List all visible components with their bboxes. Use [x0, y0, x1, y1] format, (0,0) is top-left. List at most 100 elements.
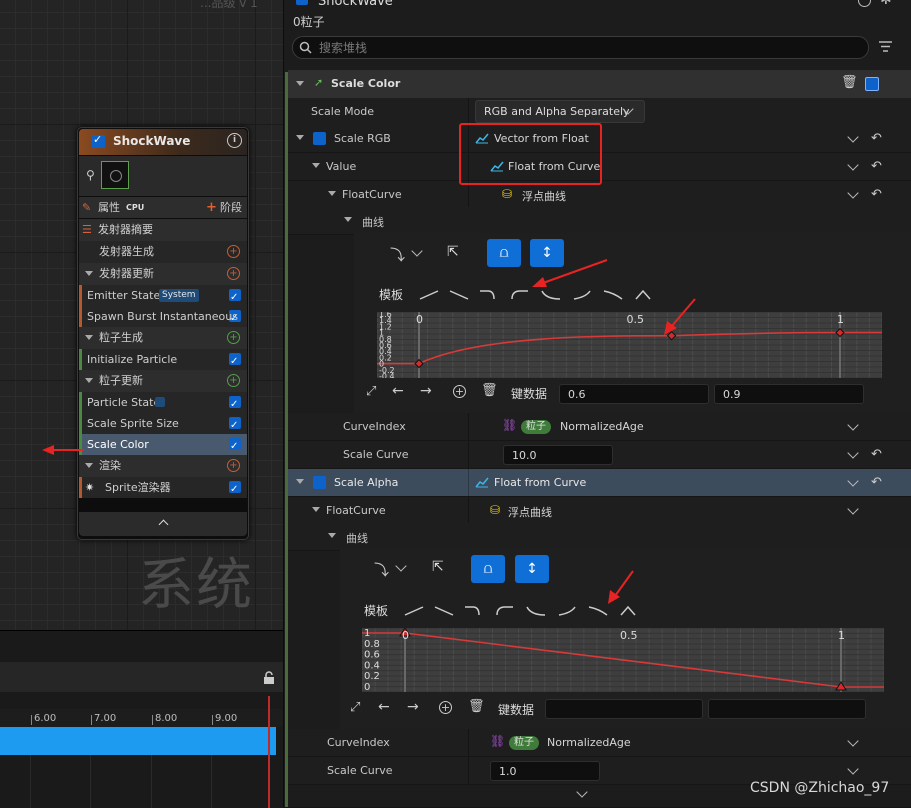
- chevron-down-icon[interactable]: [847, 187, 859, 199]
- fit-view-icon[interactable]: ⤢: [350, 700, 360, 715]
- node-row[interactable]: + 渲染: [79, 455, 247, 477]
- add-module-icon[interactable]: +: [227, 374, 240, 387]
- add-module-icon[interactable]: +: [227, 245, 240, 258]
- delete-key-icon[interactable]: 🗑: [468, 699, 485, 714]
- rgb-curve-editor[interactable]: ⤵ ⇱ ⩍ ↕ 模板 0 0.5 1 1.6 1.4 1.2 1 0.8 0.6 0.4 0.2 0…: [354, 233, 911, 413]
- fit-vertical-button[interactable]: ↕: [515, 555, 549, 583]
- scale-rgb-checkbox[interactable]: [313, 132, 326, 145]
- alpha-curve-graph[interactable]: 0 0.5 1 10.80.60.40.20: [362, 628, 884, 692]
- alpha-curveindex-value[interactable]: NormalizedAge: [547, 736, 631, 749]
- module-enable-checkbox[interactable]: [229, 287, 241, 308]
- add-module-icon[interactable]: +: [227, 331, 240, 344]
- delete-key-icon[interactable]: 🗑: [481, 383, 498, 398]
- node-row[interactable]: Emitter StateSystem: [79, 285, 247, 308]
- collapse-icon[interactable]: [328, 191, 336, 196]
- chevron-down-icon[interactable]: [847, 503, 859, 515]
- previous-key-icon[interactable]: ←: [392, 383, 404, 399]
- module-enable-checkbox[interactable]: [229, 436, 241, 457]
- node-row[interactable]: + 粒子生成: [79, 327, 247, 349]
- reset-icon[interactable]: ↶: [871, 187, 882, 202]
- node-row[interactable]: ✷ Sprite渲染器: [79, 477, 247, 500]
- graph-canvas[interactable]: ...品级 v 1 系统 ShockWave i ⚲ ✎ 属性 CPU + 阶段…: [0, 0, 283, 630]
- node-properties-row[interactable]: ✎ 属性 CPU + 阶段: [79, 197, 247, 218]
- alpha-scale-curve-field[interactable]: 1.0: [490, 761, 600, 781]
- reset-icon[interactable]: ↶: [871, 159, 882, 174]
- collapse-icon[interactable]: [296, 135, 304, 140]
- key-time-field[interactable]: 0.6: [559, 384, 709, 404]
- title-checkbox[interactable]: [296, 0, 308, 5]
- filter-icon[interactable]: [878, 40, 893, 53]
- emitter-node[interactable]: ShockWave i ⚲ ✎ 属性 CPU + 阶段 ☰ 发射器摘要 + 发射器生成…: [77, 127, 249, 540]
- next-key-icon[interactable]: →: [407, 699, 419, 715]
- node-row[interactable]: + 粒子更新: [79, 370, 247, 392]
- node-row[interactable]: Scale Color: [79, 434, 247, 457]
- alpha-floatcurve-value[interactable]: 浮点曲线: [508, 504, 552, 520]
- add-stage-icon[interactable]: +: [206, 197, 217, 218]
- scale-alpha-checkbox[interactable]: [313, 476, 326, 489]
- add-module-icon[interactable]: +: [227, 459, 240, 472]
- floatcurve-value[interactable]: 浮点曲线: [522, 188, 566, 204]
- alpha-key-value-field[interactable]: [708, 699, 866, 719]
- next-key-icon[interactable]: →: [420, 383, 432, 399]
- chevron-down-icon[interactable]: [847, 475, 859, 487]
- node-row[interactable]: Particle State: [79, 392, 247, 415]
- node-row[interactable]: Initialize Particle: [79, 349, 247, 372]
- more-chevron-icon[interactable]: [576, 786, 588, 798]
- node-row[interactable]: ☰ 发射器摘要: [79, 219, 247, 241]
- emitter-node-header[interactable]: ShockWave i: [79, 129, 247, 155]
- module-enable-checkbox[interactable]: [229, 415, 241, 436]
- reset-icon[interactable]: ↶: [871, 131, 882, 146]
- fit-horizontal-button[interactable]: ⩍: [471, 555, 505, 583]
- collapse-icon[interactable]: [312, 507, 320, 512]
- fit-horizontal-button[interactable]: ⩍: [487, 239, 521, 267]
- reset-icon[interactable]: ↶: [871, 475, 882, 490]
- open-editor-icon[interactable]: ⇱: [432, 559, 444, 575]
- node-row[interactable]: + 发射器生成: [79, 241, 247, 263]
- key-value-field[interactable]: 0.9: [714, 384, 864, 404]
- scale-alpha-value[interactable]: Float from Curve: [494, 476, 586, 489]
- curveindex-value[interactable]: NormalizedAge: [560, 420, 644, 433]
- alpha-key-time-field[interactable]: [545, 699, 703, 719]
- info-icon[interactable]: [858, 0, 871, 7]
- node-row[interactable]: Scale Sprite Size: [79, 413, 247, 436]
- collapse-icon[interactable]: [85, 463, 93, 468]
- previous-key-icon[interactable]: ←: [378, 699, 390, 715]
- emitter-enable-checkbox[interactable]: [92, 133, 105, 148]
- collapse-icon[interactable]: [85, 271, 93, 276]
- reset-icon[interactable]: ↶: [871, 447, 882, 462]
- scale-alpha-row[interactable]: Scale Alpha Float from Curve ↶: [288, 469, 911, 497]
- trash-icon[interactable]: 🗑: [841, 75, 858, 90]
- node-row[interactable]: Spawn Burst Instantaneous: [79, 306, 247, 329]
- chevron-down-icon[interactable]: [411, 245, 423, 257]
- rgb-curve-graph[interactable]: 0 0.5 1 1.61.41.210.80.60.40.20-0.2-0.4: [377, 312, 882, 378]
- collapse-icon[interactable]: [312, 163, 320, 168]
- curve-ops-icon[interactable]: ⤵: [390, 244, 405, 265]
- collapse-icon[interactable]: [296, 479, 304, 484]
- collapse-icon[interactable]: [328, 533, 336, 538]
- chevron-down-icon[interactable]: [395, 560, 407, 572]
- node-row[interactable]: + 发射器更新: [79, 263, 247, 285]
- timeline-panel[interactable]: 6.00 7.00 8.00 9.00: [0, 630, 283, 808]
- chevron-up-icon[interactable]: [158, 519, 169, 530]
- module-header-scale-color[interactable]: ➚ Scale Color 🗑: [288, 70, 911, 99]
- gear-icon[interactable]: ✲: [880, 0, 892, 8]
- module-enable-checkbox[interactable]: [229, 394, 241, 415]
- chevron-down-icon[interactable]: [847, 131, 859, 143]
- stage-label[interactable]: 阶段: [220, 197, 242, 218]
- timeline-end-marker[interactable]: [268, 696, 270, 808]
- add-key-icon[interactable]: +: [453, 385, 466, 398]
- collapse-icon[interactable]: [296, 81, 304, 86]
- fit-view-icon[interactable]: ⤢: [366, 384, 376, 399]
- add-module-icon[interactable]: +: [227, 267, 240, 280]
- scale-mode-dropdown[interactable]: RGB and Alpha Separately: [475, 100, 645, 123]
- add-key-icon[interactable]: +: [439, 701, 452, 714]
- chevron-down-icon[interactable]: [847, 763, 859, 775]
- emitter-thumbnail[interactable]: [101, 161, 129, 189]
- scale-curve-field[interactable]: 10.0: [503, 445, 613, 465]
- chevron-down-icon[interactable]: [847, 447, 859, 459]
- module-enable-checkbox[interactable]: [229, 351, 241, 372]
- lock-icon[interactable]: [262, 671, 276, 685]
- curve-ops-icon[interactable]: ⤵: [374, 559, 389, 580]
- collapse-icon[interactable]: [85, 335, 93, 340]
- module-enable-checkbox[interactable]: [865, 77, 879, 91]
